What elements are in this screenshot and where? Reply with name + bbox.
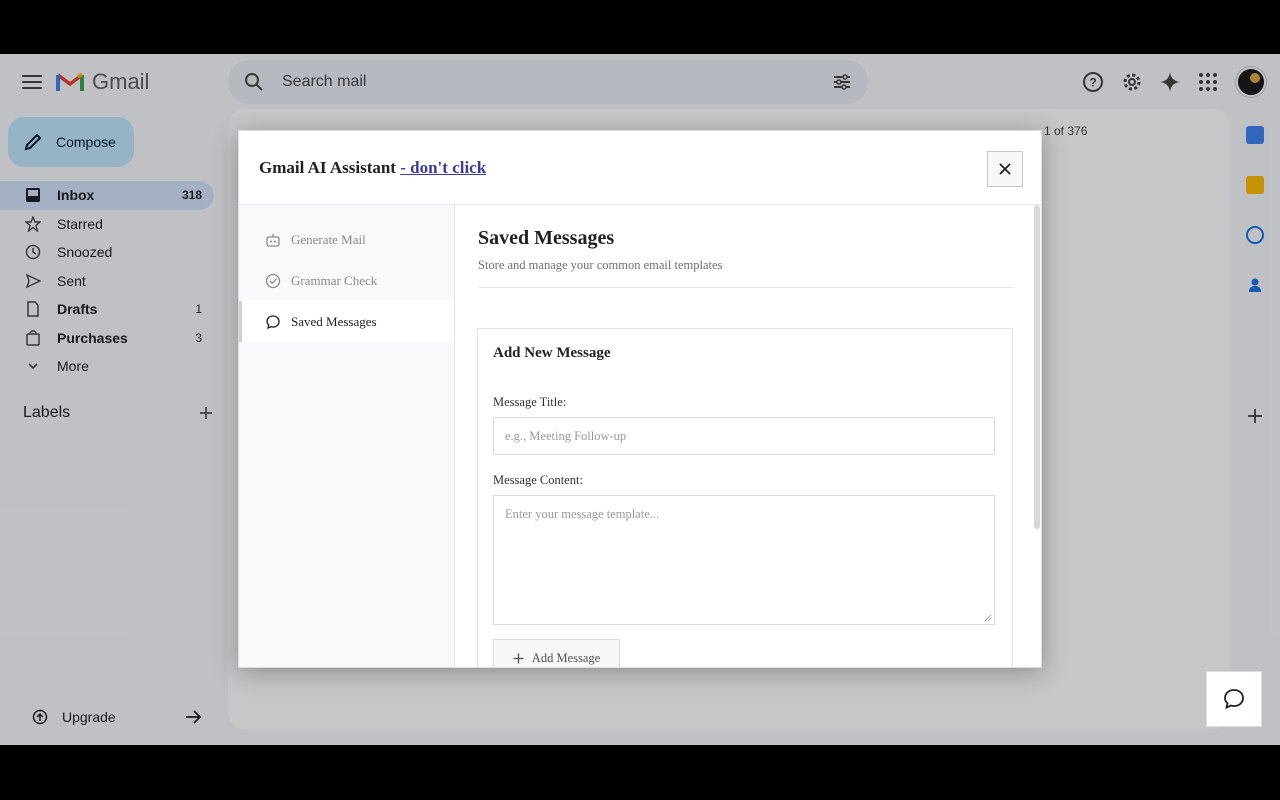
close-button[interactable] — [987, 151, 1023, 187]
sidebar-item-label: Grammar Check — [291, 272, 378, 288]
message-title-label: Message Title: — [493, 395, 567, 409]
sidebar-item-generate-mail[interactable]: Generate Mail — [239, 219, 454, 260]
sidebar-item-grammar-check[interactable]: Grammar Check — [239, 260, 454, 301]
form-heading: Add New Message — [493, 345, 611, 361]
resize-handle-icon[interactable] — [984, 614, 992, 622]
robot-icon — [266, 233, 280, 247]
sidebar-item-saved-messages[interactable]: Saved Messages — [239, 301, 454, 342]
content-scrollbar[interactable] — [1034, 205, 1040, 529]
add-message-button[interactable]: Add Message — [493, 639, 620, 667]
modal-header: Gmail AI Assistant - don't click — [239, 131, 1041, 205]
modal-title-text: Gmail AI Assistant — [259, 157, 396, 177]
check-circle-icon — [265, 273, 281, 288]
modal-title: Gmail AI Assistant - don't click — [259, 158, 486, 178]
assistant-chat-button[interactable] — [1206, 671, 1262, 727]
message-content-textarea[interactable]: Enter your message template... — [493, 495, 995, 625]
add-message-form: Add New Message Message Title: e.g., Mee… — [477, 328, 1013, 667]
sidebar-item-label: Generate Mail — [291, 231, 366, 247]
chat-bubble-icon — [1224, 689, 1244, 710]
chat-bubble-icon — [266, 314, 280, 329]
modal-sidebar: Generate Mail Grammar Check Saved Messag… — [239, 205, 455, 667]
sidebar-item-label: Saved Messages — [291, 313, 377, 329]
content-title: Saved Messages — [478, 227, 615, 249]
content-subtitle: Store and manage your common email templ… — [478, 258, 1013, 288]
message-content-label: Message Content: — [493, 473, 583, 487]
ai-assistant-modal: Gmail AI Assistant - don't click Generat… — [238, 130, 1042, 668]
modal-content: Saved Messages Store and manage your com… — [456, 205, 1036, 667]
add-message-label: Add Message — [531, 651, 601, 665]
dont-click-link[interactable]: - don't click — [400, 158, 486, 177]
message-title-input[interactable]: e.g., Meeting Follow-up — [493, 417, 995, 455]
textarea-placeholder: Enter your message template... — [505, 507, 660, 521]
plus-icon — [513, 653, 524, 664]
close-icon — [999, 163, 1011, 175]
